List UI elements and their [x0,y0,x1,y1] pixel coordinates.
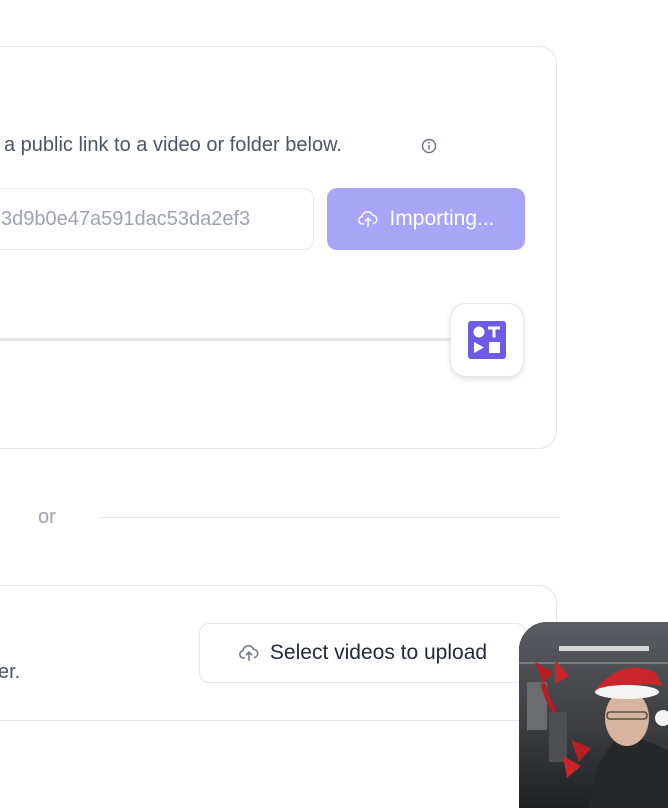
video-link-input[interactable] [0,188,314,250]
cloud-upload-icon [239,645,259,662]
select-videos-button[interactable]: Select videos to upload [199,623,526,683]
import-button-label: Importing... [389,207,495,230]
import-button[interactable]: Importing... [327,188,525,250]
cloud-upload-icon [358,211,378,228]
app-logo-badge [450,303,524,377]
or-separator-label: or [38,506,56,528]
info-icon[interactable] [421,138,437,154]
webcam-feed-image [519,622,668,808]
webcam-overlay [519,622,668,808]
import-description: a public link to a video or folder below… [4,134,342,156]
select-videos-label: Select videos to upload [269,641,488,664]
import-progress-track [0,338,452,341]
or-separator-line [98,517,560,518]
shapes-logo-icon [468,321,506,359]
upload-description: er. [0,661,21,683]
